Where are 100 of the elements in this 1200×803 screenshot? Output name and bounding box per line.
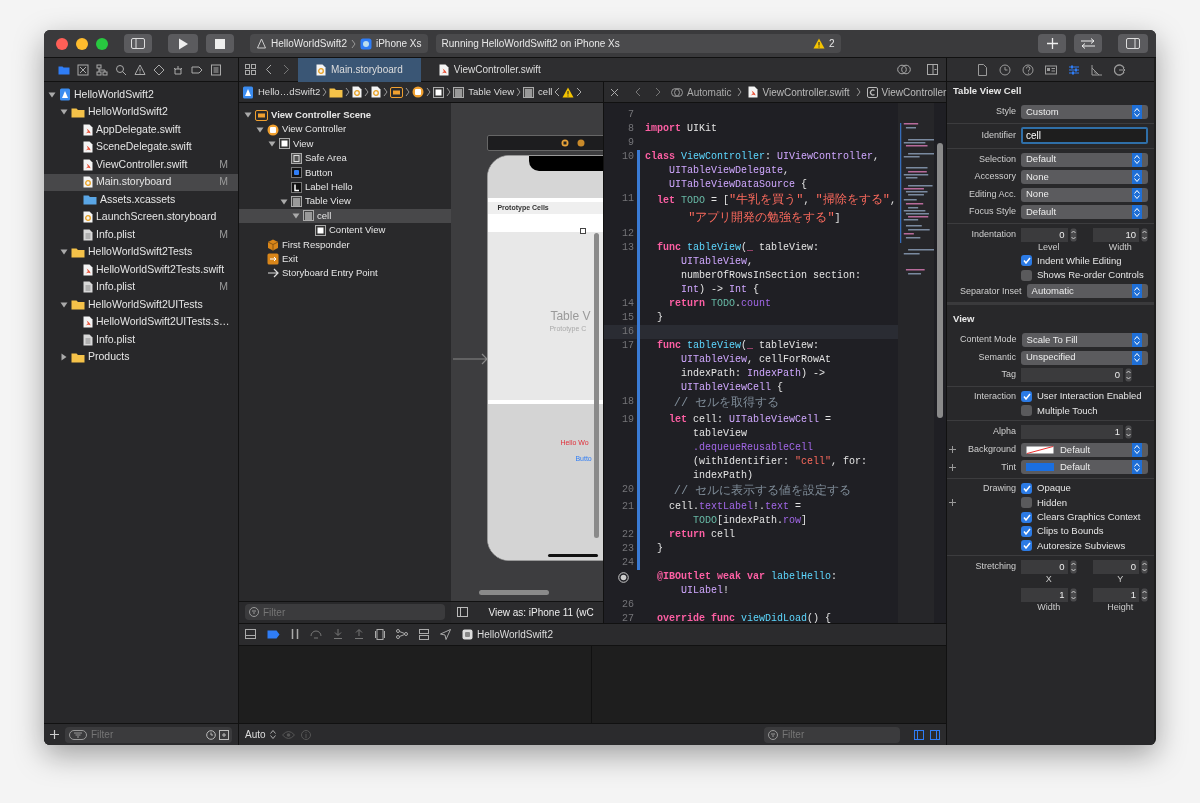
color-popup[interactable]: Default <box>1021 460 1148 475</box>
popup-button[interactable]: None <box>1021 187 1148 202</box>
tree-item[interactable]: Info.plist M <box>44 226 238 244</box>
code-line: UITableViewCell { <box>680 381 785 395</box>
tree-item[interactable]: HelloWorldSwift2UITests.s… <box>44 313 238 331</box>
tree-item[interactable]: Button <box>239 165 452 180</box>
line-number: 23 <box>621 542 634 556</box>
number-field[interactable]: 0 <box>1021 368 1123 383</box>
code-line: // セルに表示する値を設定する <box>672 482 853 500</box>
section-title: Table View Cell <box>952 84 1023 98</box>
jump-bar-item[interactable]: ViewController <box>866 84 947 100</box>
tree-item[interactable]: View <box>239 136 452 152</box>
popup-button[interactable]: Default <box>1021 205 1148 219</box>
tree-item[interactable]: View Controller <box>239 122 452 137</box>
tree-item[interactable]: HelloWorldSwift2 <box>44 86 238 104</box>
tree-item[interactable]: View Controller Scene <box>239 108 452 123</box>
code-line: return cell <box>668 528 737 542</box>
code-line: numberOfRowsInSection section: <box>680 269 863 283</box>
code-line: UITableViewDelegate, <box>668 164 791 178</box>
code-line: class ViewController: UIViewController, <box>645 150 881 164</box>
number-field[interactable]: 1 <box>1092 588 1139 602</box>
color-popup[interactable]: Default <box>1021 442 1148 457</box>
checkbox-label: Hidden <box>1037 495 1068 510</box>
tree-item[interactable]: LaunchScreen.storyboard <box>44 208 238 226</box>
popup-button[interactable]: Scale To Fill <box>1021 333 1148 348</box>
popup-button[interactable]: None <box>1021 170 1148 184</box>
popup-button[interactable]: Automatic <box>1026 284 1148 299</box>
field-label: Editing Acc. <box>967 187 1016 201</box>
jump-bar-item[interactable]: Hello…dSwift2 <box>242 84 321 100</box>
tree-item[interactable]: Info.plist <box>44 331 238 349</box>
editor-tab[interactable]: ViewController.swift <box>420 57 559 82</box>
code-line: .dequeueReusableCell <box>692 440 815 455</box>
code-line: // セルを取得する <box>672 395 781 412</box>
jump-bar-item[interactable]: ViewController.swift <box>748 84 850 100</box>
field-label: Separator Inset <box>960 284 1022 298</box>
code-line: import UIKit <box>645 122 719 136</box>
scope-selector[interactable]: Auto <box>245 727 276 742</box>
status-label: M <box>219 226 228 242</box>
scheme-selector[interactable]: HelloWorldSwift2 iPhone Xs <box>250 34 428 53</box>
checkbox-label: Clears Graphics Context <box>1037 509 1141 524</box>
code-line: cell.textLabel!.text = <box>668 500 803 514</box>
popup-button[interactable]: Custom <box>1021 105 1148 119</box>
number-field[interactable]: 0 <box>1021 560 1068 574</box>
tree-item[interactable]: Table View <box>239 194 452 209</box>
tree-item[interactable]: Safe Area <box>239 151 452 166</box>
code-line: TODO[indexPath.row] <box>692 514 809 528</box>
tree-item[interactable]: SceneDelegate.swift <box>44 138 238 156</box>
code-line: func tableView(_ tableView: <box>656 241 821 255</box>
tree-item[interactable]: Content View <box>239 223 452 238</box>
status-label: M <box>219 174 228 190</box>
tree-item[interactable]: Products <box>44 348 238 366</box>
tree-item[interactable]: HelloWorldSwift2Tests.swift <box>44 261 238 279</box>
number-field[interactable]: 10 <box>1092 227 1139 242</box>
line-number: 19 <box>621 412 634 427</box>
code-line: return TODO.count <box>668 297 773 311</box>
tree-item[interactable]: Main.storyboard M <box>44 173 238 191</box>
filter-field[interactable]: Filter <box>65 726 232 743</box>
number-field[interactable]: 1 <box>1021 425 1123 440</box>
popup-button[interactable]: Unspecified <box>1021 350 1148 365</box>
jump-bar-item[interactable]: Automatic <box>671 84 732 100</box>
tree-item[interactable]: First Responder <box>239 237 452 252</box>
popup-button[interactable]: Default <box>1021 152 1148 167</box>
tree-item[interactable]: Exit <box>239 251 452 267</box>
jump-bar-item[interactable]: cell <box>523 84 553 100</box>
tree-item[interactable]: HelloWorldSwift2 <box>44 103 238 121</box>
line-number: 21 <box>621 500 634 514</box>
tree-item[interactable]: AppDelegate.swift <box>44 121 238 139</box>
field-label: Semantic <box>977 350 1016 364</box>
field-label: Indentation <box>970 227 1016 241</box>
tree-item[interactable]: Storyboard Entry Point <box>239 266 452 281</box>
tree-item[interactable]: Assets.xcassets <box>44 191 238 209</box>
filter-field[interactable]: Filter <box>245 604 446 621</box>
line-number: 11 <box>621 192 634 206</box>
editor-tab[interactable]: Main.storyboard <box>298 57 421 82</box>
tree-item[interactable]: cell <box>239 208 452 224</box>
checkbox-label: User Interaction Enabled <box>1037 389 1142 404</box>
field-label: Tint <box>1000 460 1016 474</box>
section-title: View <box>952 312 976 327</box>
line-number: 7 <box>627 108 634 122</box>
warning-indicator[interactable]: 2 <box>813 36 835 51</box>
tree-item[interactable]: HelloWorldSwift2UITests <box>44 296 238 314</box>
filter-field[interactable]: Filter <box>764 726 900 743</box>
tree-item[interactable]: ViewController.swift M <box>44 156 238 174</box>
number-field[interactable]: 1 <box>1021 588 1068 602</box>
code-line: tableView <box>692 426 749 441</box>
field-label: Alpha <box>991 425 1016 439</box>
field-caption: Y <box>1117 574 1124 585</box>
number-field[interactable]: 0 <box>1021 227 1068 242</box>
process-selector[interactable]: HelloWorldSwift2 <box>462 626 553 642</box>
text-field[interactable]: cell <box>1021 127 1148 145</box>
number-field[interactable]: 0 <box>1092 560 1139 574</box>
field-label: Background <box>966 443 1016 457</box>
tree-item[interactable]: Info.plist M <box>44 278 238 296</box>
tree-item[interactable]: Label Hello <box>239 179 452 195</box>
jump-bar-item[interactable]: Table View <box>453 84 515 100</box>
code-line: UITableView, <box>680 255 755 269</box>
tree-item[interactable]: HelloWorldSwift2Tests <box>44 243 238 261</box>
field-label: Tag <box>1000 368 1016 382</box>
field-label: Style <box>995 105 1016 119</box>
line-number: 22 <box>621 528 634 542</box>
